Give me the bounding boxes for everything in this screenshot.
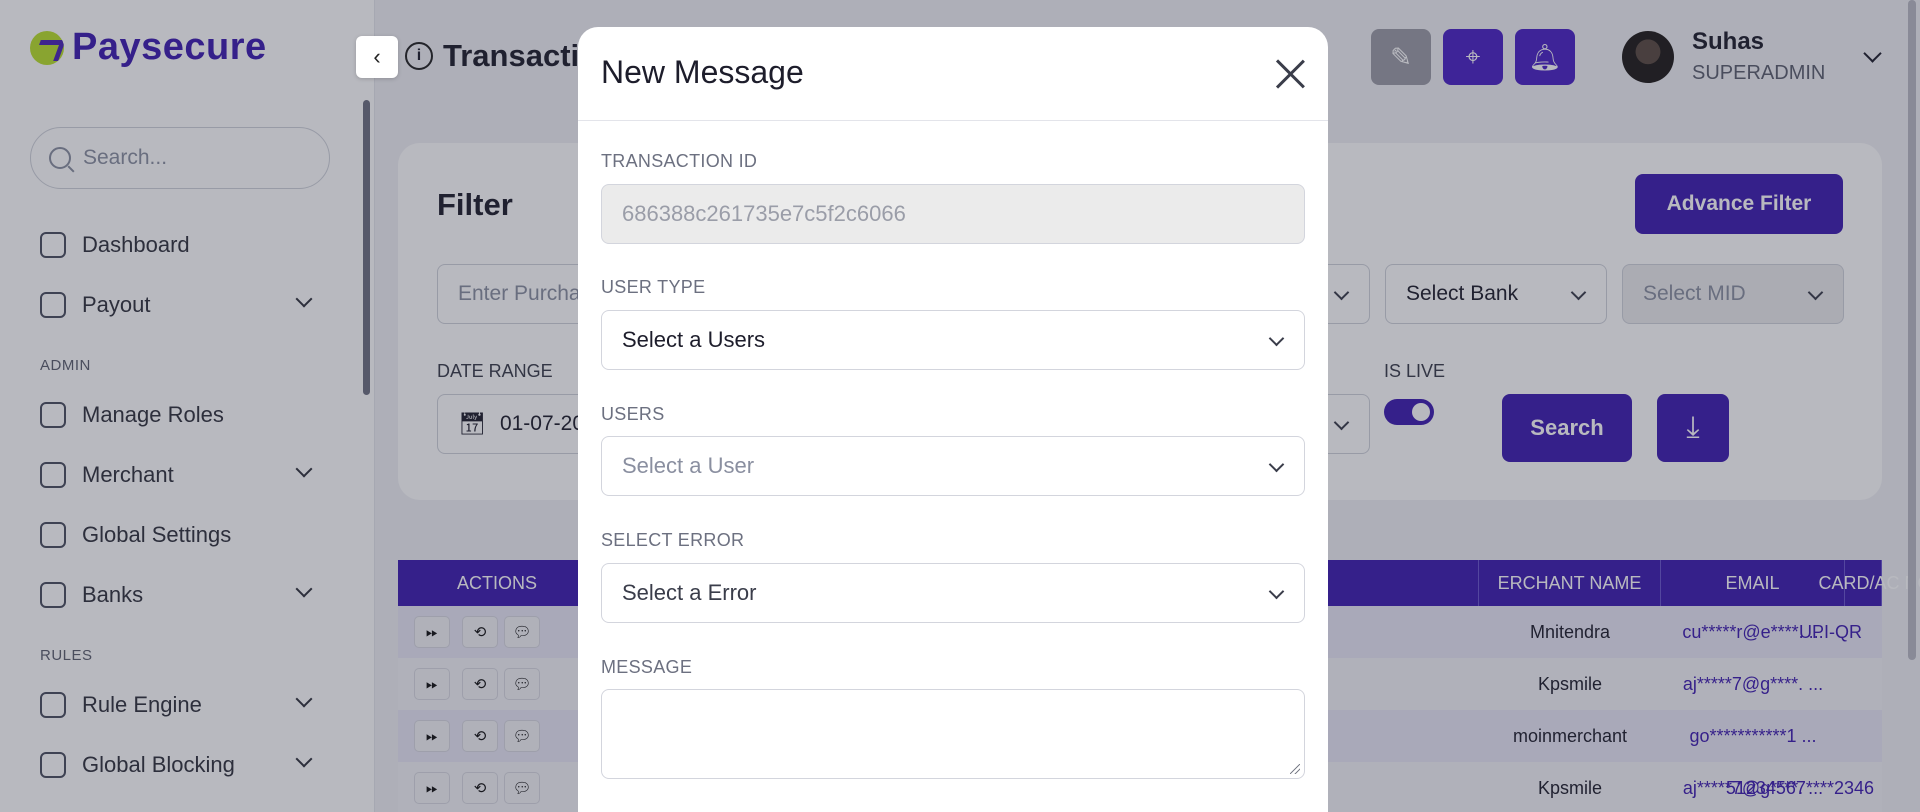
- error-select[interactable]: Select a Error: [601, 563, 1305, 623]
- select-error-label: SELECT ERROR: [601, 530, 745, 550]
- chevron-down-icon: [1268, 583, 1285, 600]
- modal-header: New Message: [578, 27, 1328, 121]
- new-message-modal: New Message TRANSACTION ID 686388c261735…: [578, 27, 1328, 812]
- users-label: USERS: [601, 404, 665, 424]
- user-type-value: Select a Users: [622, 327, 766, 352]
- collapse-sidebar-button[interactable]: ‹: [356, 36, 398, 78]
- message-textarea[interactable]: [601, 689, 1305, 779]
- transaction-id-label: TRANSACTION ID: [601, 151, 758, 171]
- users-select[interactable]: Select a User: [601, 436, 1305, 496]
- transaction-id-field: 686388c261735e7c5f2c6066: [601, 184, 1305, 244]
- chevron-left-icon: ‹: [373, 44, 381, 69]
- chevron-down-icon: [1268, 456, 1285, 473]
- users-placeholder: Select a User: [622, 453, 755, 478]
- message-label: MESSAGE: [601, 657, 693, 677]
- error-select-value: Select a Error: [622, 580, 757, 605]
- transaction-id-value: 686388c261735e7c5f2c6066: [622, 201, 906, 226]
- chevron-down-icon: [1268, 330, 1285, 347]
- user-type-select[interactable]: Select a Users: [601, 310, 1305, 370]
- user-type-label: USER TYPE: [601, 277, 706, 297]
- close-icon[interactable]: [1274, 57, 1306, 89]
- modal-title: New Message: [601, 54, 804, 90]
